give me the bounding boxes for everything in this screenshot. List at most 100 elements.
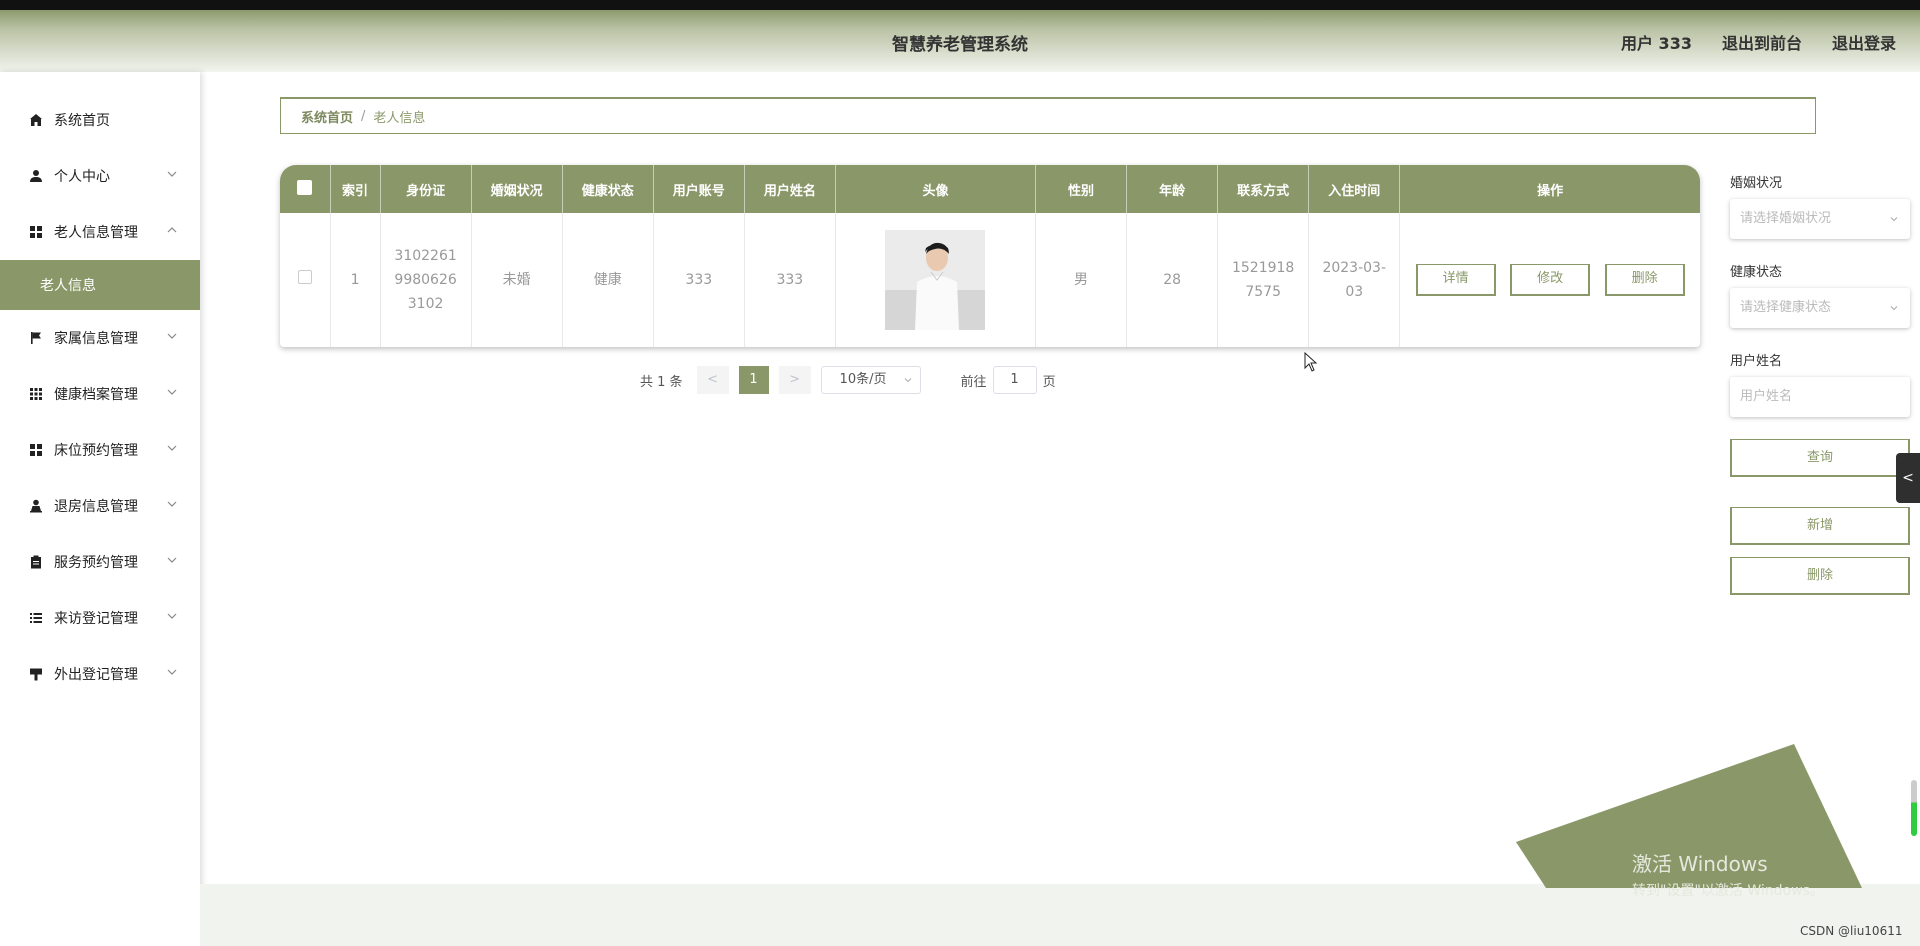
search-button[interactable]: 查询 — [1730, 439, 1910, 477]
row-checkbox[interactable] — [297, 270, 312, 284]
csdn-credit: CSDN @liu10611 — [1800, 924, 1903, 938]
select-all-cell — [280, 165, 331, 213]
edit-button[interactable]: 修改 — [1510, 264, 1591, 296]
sidebar-subitem-elder-info[interactable]: 老人信息 — [0, 260, 200, 310]
header-links: 用户 333 退出到前台 退出登录 — [1621, 30, 1896, 54]
column-header: 健康状态 — [562, 165, 654, 213]
sidebar-item-checkout-info[interactable]: 退房信息管理 — [0, 478, 200, 534]
add-button[interactable]: 新增 — [1730, 507, 1910, 545]
prev-page-button[interactable]: < — [696, 366, 729, 394]
windows-activation-watermark: 激活 Windows — [1632, 852, 1768, 876]
chevron-down-icon — [1890, 217, 1898, 222]
cell-marital: 未婚 — [471, 213, 563, 347]
window-top-strip — [0, 0, 1920, 10]
column-header: 头像 — [835, 165, 1037, 213]
pagination: 共 1 条 < 1 > 10条/页 前往 1 页 — [640, 366, 1056, 394]
clipboard-icon — [28, 554, 44, 570]
column-header: 入住时间 — [1308, 165, 1401, 213]
chevron-down-icon — [167, 669, 177, 675]
page-size-value: 10条/页 — [839, 372, 887, 387]
row-select-cell — [280, 213, 331, 347]
health-filter-placeholder: 请选择健康状态 — [1740, 300, 1832, 315]
sidebar-item-visit-registration[interactable]: 来访登记管理 — [0, 590, 200, 646]
grid-icon — [28, 224, 44, 240]
sidebar-item-label: 老人信息管理 — [54, 225, 138, 241]
column-header: 婚姻状况 — [471, 165, 563, 213]
sidebar-item-family-info[interactable]: 家属信息管理 — [0, 310, 200, 366]
breadcrumb-home[interactable]: 系统首页 — [301, 107, 353, 126]
marital-filter-select[interactable]: 请选择婚姻状况 — [1730, 199, 1910, 239]
page-number-button[interactable]: 1 — [738, 366, 769, 394]
select-all-checkbox[interactable] — [297, 179, 313, 195]
batch-delete-button[interactable]: 删除 — [1730, 557, 1910, 595]
person-icon — [28, 498, 44, 514]
mouse-cursor-icon — [1304, 352, 1318, 372]
sidebar-item-outing-registration[interactable]: 外出登记管理 — [0, 646, 200, 702]
home-icon — [28, 112, 44, 128]
sidebar-item-elder-info[interactable]: 老人信息管理 — [0, 204, 200, 260]
cell-age: 28 — [1126, 213, 1219, 347]
next-page-button[interactable]: > — [778, 366, 811, 394]
marital-filter-label: 婚姻状况 — [1730, 176, 1783, 191]
sidebar-item-bed-reservation[interactable]: 床位预约管理 — [0, 422, 200, 478]
sidebar-item-health-records[interactable]: 健康档案管理 — [0, 366, 200, 422]
breadcrumb: 系统首页 / 老人信息 — [280, 97, 1816, 134]
detail-button[interactable]: 详情 — [1415, 264, 1496, 296]
column-header: 用户姓名 — [744, 165, 836, 213]
marital-filter-placeholder: 请选择婚姻状况 — [1740, 211, 1832, 226]
top-header: 智慧养老管理系统 用户 333 退出到前台 退出登录 — [0, 10, 1920, 72]
sidebar-item-home[interactable]: 系统首页 — [0, 92, 200, 148]
column-header: 性别 — [1035, 165, 1128, 213]
breadcrumb-current: 老人信息 — [373, 110, 426, 126]
table-row: 1 310226199806263102 未婚 健康 333 333 男 28 … — [280, 213, 1700, 347]
column-header: 索引 — [330, 165, 381, 213]
chevron-down-icon — [167, 445, 177, 451]
scroll-indicator — [1911, 780, 1917, 836]
cell-index: 1 — [330, 213, 381, 347]
health-filter-select[interactable]: 请选择健康状态 — [1730, 288, 1910, 328]
logout-link[interactable]: 退出登录 — [1832, 30, 1896, 54]
column-header: 联系方式 — [1217, 165, 1310, 213]
chevron-down-icon — [167, 171, 177, 177]
sidebar-item-personal[interactable]: 个人中心 — [0, 148, 200, 204]
elder-info-table: 索引 身份证 婚姻状况 健康状态 用户账号 用户姓名 头像 性别 年龄 联系方式… — [280, 165, 1700, 347]
flag-icon — [28, 330, 44, 346]
delete-button[interactable]: 删除 — [1604, 264, 1685, 296]
pagination-total: 共 1 条 — [640, 374, 683, 390]
goto-prefix: 前往 — [960, 374, 987, 390]
sidebar-item-label: 家属信息管理 — [54, 331, 138, 347]
name-filter-label: 用户姓名 — [1730, 354, 1783, 369]
cell-actions: 详情 修改 删除 — [1400, 213, 1700, 347]
cell-avatar — [835, 213, 1037, 347]
cell-health: 健康 — [562, 213, 654, 347]
chevron-down-icon — [167, 389, 177, 395]
column-header: 身份证 — [380, 165, 472, 213]
windows-activation-subtext: 转到"设置"以激活 Windows。 — [1632, 883, 1824, 899]
cell-checkin-date: 2023-03-03 — [1308, 213, 1401, 347]
chevron-up-icon — [167, 227, 177, 233]
health-filter-label: 健康状态 — [1730, 265, 1783, 280]
current-user-label[interactable]: 用户 333 — [1621, 30, 1692, 54]
sidebar-item-label: 个人中心 — [54, 169, 110, 185]
collapse-side-tab[interactable]: < — [1896, 453, 1920, 503]
sidebar: 系统首页 个人中心 老人信息管理 老人信息 家属信息管理 健康档案管理 床位预约… — [0, 72, 200, 946]
cell-account: 333 — [653, 213, 745, 347]
chevron-down-icon — [904, 378, 911, 383]
list-icon — [28, 610, 44, 626]
goto-page-input[interactable]: 1 — [992, 366, 1037, 394]
panel-spacer — [1730, 477, 1910, 507]
cell-name: 333 — [744, 213, 836, 347]
chevron-down-icon — [167, 501, 177, 507]
chevron-down-icon — [1890, 306, 1898, 311]
grid9-icon — [28, 386, 44, 402]
sidebar-item-label: 服务预约管理 — [54, 555, 138, 571]
exit-to-front-link[interactable]: 退出到前台 — [1722, 30, 1802, 54]
sidebar-item-label: 来访登记管理 — [54, 611, 138, 627]
page-size-select[interactable]: 10条/页 — [820, 366, 921, 394]
sidebar-item-label: 系统首页 — [54, 113, 110, 129]
sidebar-top-spacer — [0, 72, 200, 92]
panel-spacer — [1730, 545, 1910, 557]
name-filter-input[interactable]: 用户姓名 — [1730, 377, 1910, 417]
chevron-down-icon — [167, 557, 177, 563]
sidebar-item-service-reservation[interactable]: 服务预约管理 — [0, 534, 200, 590]
